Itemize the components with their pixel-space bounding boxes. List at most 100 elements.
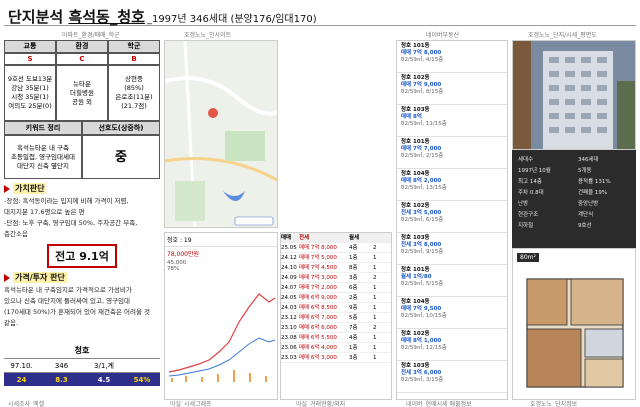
info-row: 세대수 346세대 <box>518 155 630 166</box>
trade-cell: 6층 <box>349 285 358 291</box>
listing-price: 매매 7억 9,500 <box>401 306 442 312</box>
summary-cell: 97.10. <box>4 358 39 372</box>
value-section-title: 가치판단 <box>4 183 160 194</box>
listing-item[interactable]: 청호 104동 매매 7억 9,500 82/59㎡, 10/15층 <box>397 297 507 329</box>
trade-tab-monthly[interactable]: 월세 <box>349 233 373 243</box>
info-cell: 주차 0.8대 <box>518 190 544 196</box>
trade-row: 24.05 매매 6억 9,000 2층 1 <box>281 293 391 303</box>
trade-row: 23.12 매매 6억 7,000 5층 1 <box>281 313 391 323</box>
listing-item[interactable]: 청호 101동 매매 7억 8,000 82/59㎡, 4/15층 <box>397 41 507 73</box>
invest-section-label: 가격/투자 판단 <box>13 272 67 283</box>
info-cell: 9호선 <box>578 223 592 229</box>
keyword-header: 키워드 정리 <box>4 121 82 135</box>
listing-sub: 82/59㎡, 5/15층 <box>401 281 444 287</box>
info-row: 난방 중앙난방 <box>518 199 630 210</box>
info-cell: 건폐율 19% <box>578 190 608 196</box>
trade-cell: 5층 <box>349 315 358 321</box>
listing-sub: 82/59㎡, 10/15층 <box>401 313 447 319</box>
trade-cell: 24.07 <box>281 285 297 291</box>
listing-price: 매매 8억 <box>401 114 422 120</box>
listing-title: 청호 104동 <box>401 299 430 305</box>
trade-cell: 2 <box>373 275 377 281</box>
analysis-page: 단지분석 흑석동_청호 _1997년 346세대 (분양176/임대170) 아파… <box>0 0 640 407</box>
floorplan-image[interactable]: 80m² <box>512 248 636 400</box>
trade-cell: 8층 <box>349 265 358 271</box>
text-line: (170세대 50%)가 혼재되어 있어 재건축은 어려울 것 <box>4 308 150 316</box>
listing-price: 매매 8억 1,000 <box>401 338 442 344</box>
info-row: 현관구조 계단식 <box>518 210 630 221</box>
trade-cell: 1 <box>373 345 377 351</box>
listing-title: 청호 102동 <box>401 75 430 81</box>
trade-row: 24.12 매매 7억 5,000 1층 1 <box>281 253 391 263</box>
listing-price: 월세 1억/80 <box>401 274 432 280</box>
listing-item[interactable]: 청호 103동 매매 8억 82/59㎡, 11/15층 <box>397 105 507 137</box>
info-rows: 세대수 346세대 1997년 10월 5개동 최고 14층 용적률 131% 주차 0.8… <box>518 155 630 232</box>
trade-row: 23.08 매매 6억 5,500 4층 1 <box>281 333 391 343</box>
trade-cell: 4층 <box>349 335 358 341</box>
desc-line: 뉴타운 <box>73 79 91 88</box>
trade-list-screenshot[interactable]: 매매 전세 월세 25.05 매매 7억 8,000 4층 2 24.12 매매 7억 5… <box>280 232 392 400</box>
keyword-table: 키워드 정리 선호도(상중하) 흑석뉴타운 내 구축 초등밀접, 영구임대세대 … <box>4 121 160 179</box>
caption-insight: 호갱노노_인사이트 <box>184 32 232 39</box>
listing-item[interactable]: 청호 102동 매매 8억 1,000 82/59㎡, 12/15층 <box>397 329 507 361</box>
trade-cell: 2층 <box>349 295 358 301</box>
trade-cell: 2 <box>373 325 377 331</box>
listing-title: 청호 103동 <box>401 363 430 369</box>
trade-cell: 4층 <box>349 245 358 251</box>
listing-sub: 82/59㎡, 12/15층 <box>401 345 447 351</box>
trade-cell: 1 <box>373 265 377 271</box>
text-line: -단점: 노후 구축, 영구임대 50%, 주차공간 부족, <box>4 219 138 227</box>
listing-title: 청호 103동 <box>401 107 430 113</box>
desc-line: 9호선 도보13분 <box>7 75 53 83</box>
trade-row: 24.07 매매 7억 2,000 6층 1 <box>281 283 391 293</box>
trade-row: 23.03 매매 6억 3,000 3층 1 <box>281 353 391 363</box>
trade-cell: 24.03 <box>281 305 297 311</box>
listing-price: 전세 3억 8,000 <box>401 242 442 248</box>
desc-school: 상현중 (85%) 은로초(11분) (21.7점) <box>108 65 160 121</box>
listing-item[interactable]: 청호 104동 매매 8억 2,000 82/59㎡, 13/15층 <box>397 169 507 201</box>
text-line: 흑석뉴타운 내 구축임지로 가격적으로 가성비가 <box>4 286 132 294</box>
listing-price: 매매 7억 7,000 <box>401 146 442 152</box>
trade-cell: 1 <box>373 315 377 321</box>
map-screenshot[interactable] <box>164 40 278 228</box>
listing-item[interactable]: 청호 101동 월세 1억/80 82/59㎡, 5/15층 <box>397 265 507 297</box>
trade-cell: 25.05 <box>281 245 297 251</box>
summary-name: 청호 <box>74 346 90 355</box>
caption-naver: 네이버부동산 <box>426 32 460 39</box>
naver-listing-screenshot[interactable]: 청호 101동 매매 7억 8,000 82/59㎡, 4/15층 청호 102동 매매… <box>396 40 508 400</box>
value-section-text: -장점: 흑석동이라는 입지에 비해 가격이 저렴, 대지지분 17.6평으로 … <box>4 196 160 240</box>
listing-item[interactable]: 청호 103동 전세 3억 6,000 82/59㎡, 3/15층 <box>397 361 507 393</box>
trade-cell: 매매 6억 3,000 <box>299 355 337 361</box>
listing-price: 전세 3억 5,000 <box>401 210 442 216</box>
trade-row: 24.10 매매 7억 4,500 8층 1 <box>281 263 391 273</box>
listing-item[interactable]: 청호 101동 매매 7억 7,000 82/59㎡, 2/15층 <box>397 137 507 169</box>
summary-value: 24 <box>4 372 39 386</box>
price-graph-screenshot[interactable]: 청호 : 19 78,000만원 45,000 78% <box>164 232 278 400</box>
listing-item[interactable]: 청호 102동 매매 7억 9,000 82/59㎡, 8/15층 <box>397 73 507 105</box>
trade-row: 23.10 매매 6억 6,000 7층 2 <box>281 323 391 333</box>
trade-cell: 1 <box>373 335 377 341</box>
header-environment: 환경 <box>56 40 108 53</box>
trade-cell: 매매 7억 8,000 <box>299 245 337 251</box>
listing-price: 매매 7억 8,000 <box>401 50 442 56</box>
desc-line: 여의도 25분(0) <box>8 102 52 110</box>
desc-environment: 뉴타운 더힐병원 공원 외 <box>56 65 108 121</box>
trade-cell: 23.08 <box>281 335 297 341</box>
trade-tab-sale[interactable]: 매매 <box>281 233 299 243</box>
listing-item[interactable]: 청호 102동 전세 3억 5,000 82/59㎡, 6/15층 <box>397 201 507 233</box>
trade-cell: 3층 <box>349 355 358 361</box>
listing-title: 청호 101동 <box>401 139 430 145</box>
trade-tab-jeonse[interactable]: 전세 <box>299 233 349 243</box>
text-line: 층간소음 <box>4 230 28 238</box>
info-row: 지하철 9호선 <box>518 221 630 232</box>
listing-title: 청호 102동 <box>401 331 430 337</box>
trade-cell: 1 <box>373 255 377 261</box>
desc-line: 공원 외 <box>71 97 92 106</box>
trade-cell: 1층 <box>349 345 358 351</box>
info-cell: 346세대 <box>578 157 599 163</box>
info-cell: 난방 <box>518 201 529 207</box>
summary-cell: 3/1,계 <box>84 358 124 372</box>
trade-row: 24.03 매매 6억 8,500 9층 1 <box>281 303 391 313</box>
trade-cell: 1층 <box>349 255 358 261</box>
listing-item[interactable]: 청호 103동 전세 3억 8,000 82/59㎡, 9/15층 <box>397 233 507 265</box>
